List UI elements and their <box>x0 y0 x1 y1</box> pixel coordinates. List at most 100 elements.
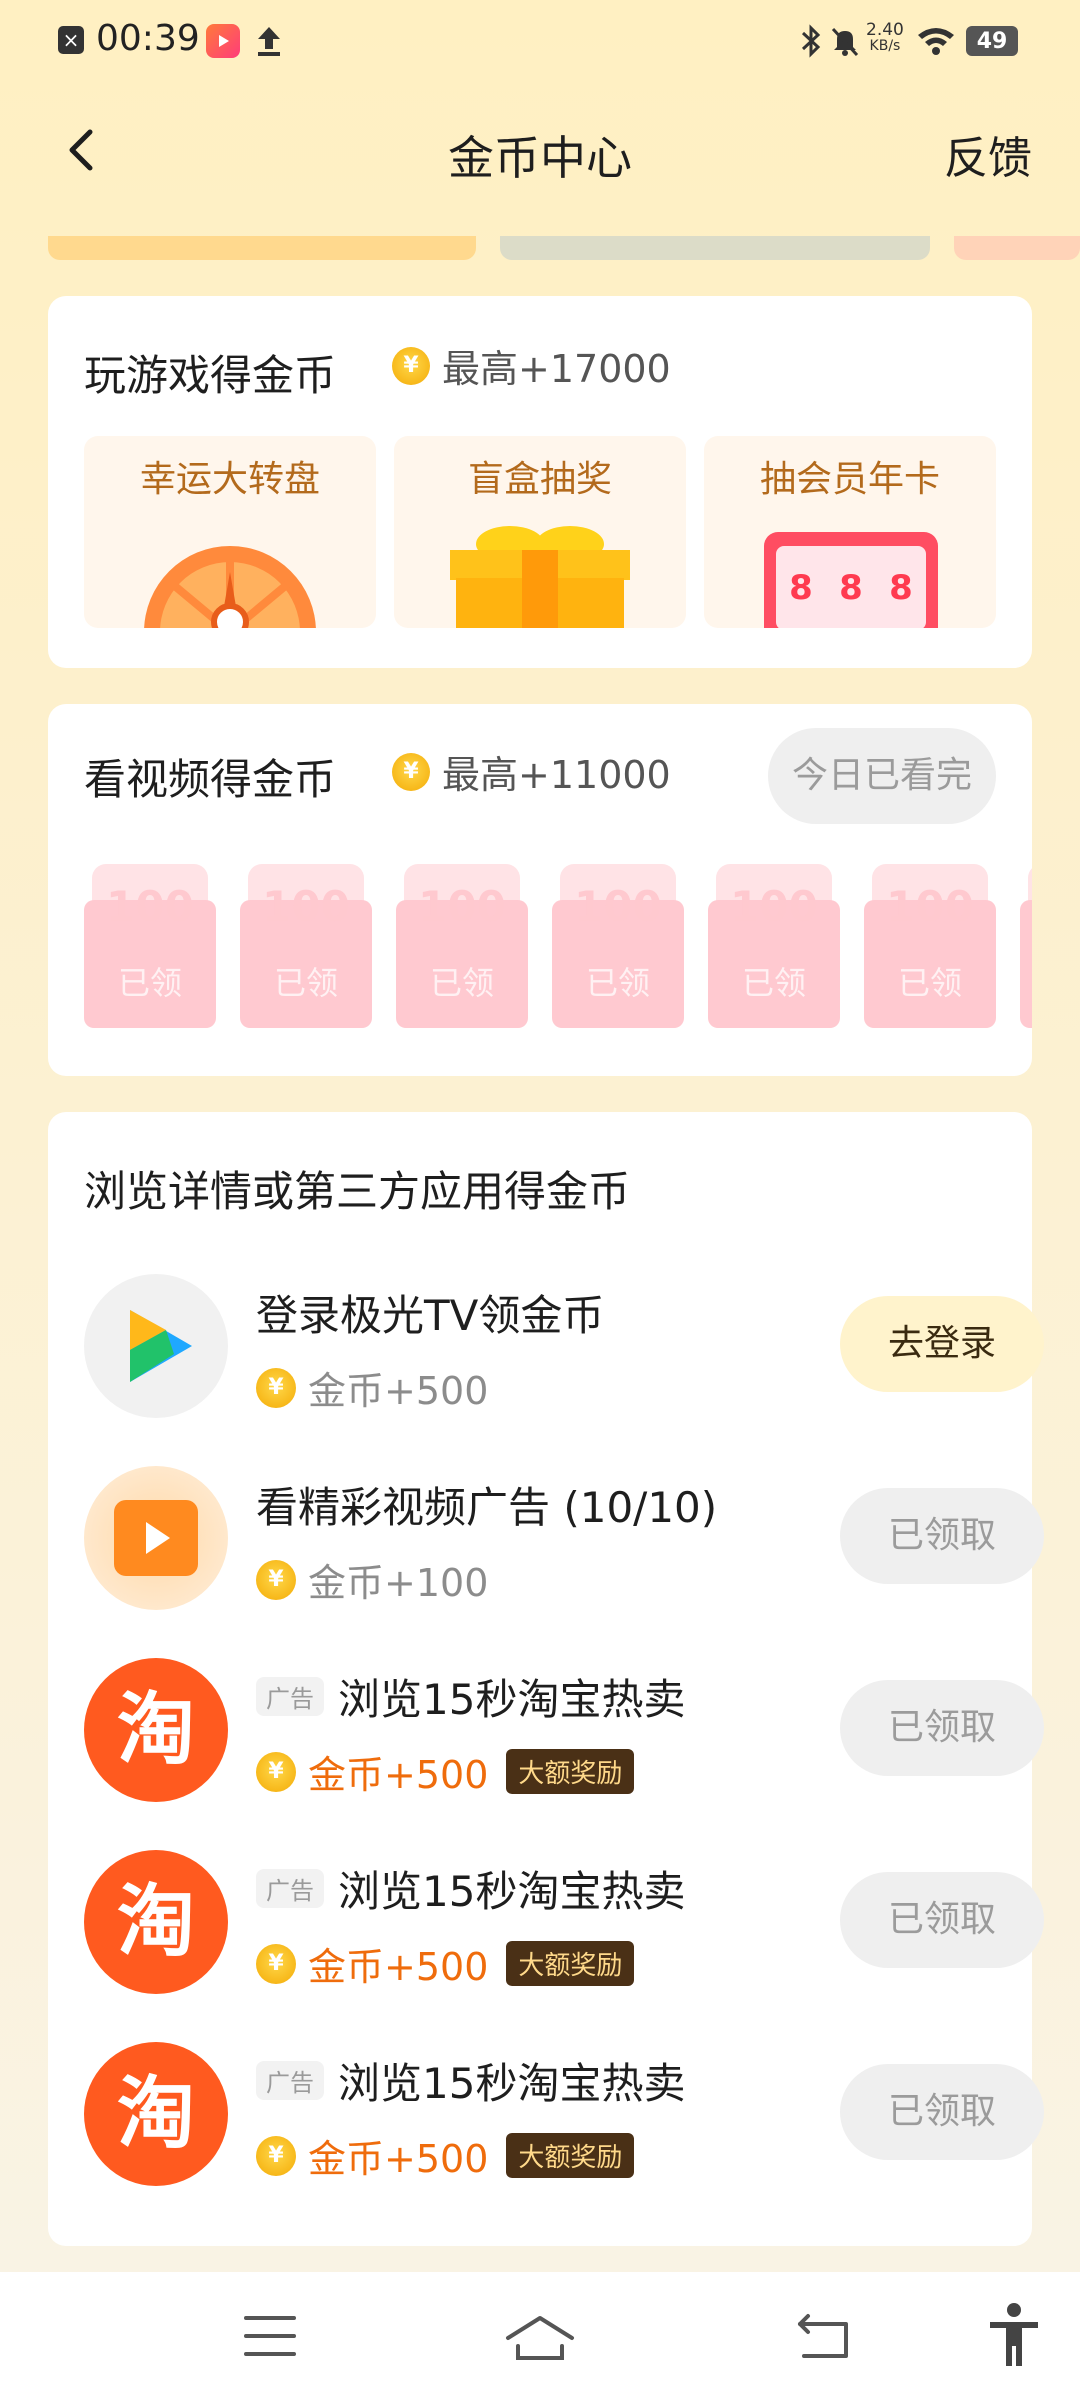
task-reward: ¥ 金币+500 <box>256 1360 488 1415</box>
game-max-value: 最高+17000 <box>442 347 671 391</box>
task-reward: ¥ 金币+500 大额奖励 <box>256 1744 635 1799</box>
claimed-button[interactable]: 已领取 <box>840 1488 1044 1584</box>
battery-indicator: 49 <box>966 26 1018 56</box>
task-name-row: 广告 浏览15秒淘宝热卖 <box>256 2050 685 2111</box>
video-max-value: 最高+11000 <box>442 753 671 797</box>
task-name: 看精彩视频广告 (10/10) <box>256 1483 718 1532</box>
back-nav-icon[interactable] <box>796 2312 852 2360</box>
gift-box-icon <box>450 526 630 628</box>
video-coin-slot[interactable]: 100 已领 <box>864 864 996 1028</box>
taobao-app-icon: 淘 <box>84 1850 228 1994</box>
ad-tag: 广告 <box>256 1869 324 1908</box>
claimed-button[interactable]: 已领取 <box>840 1872 1044 1968</box>
slot-digit: 8 <box>889 568 913 608</box>
video-section: 看视频得金币 ¥ 最高+11000 今日已看完 100 已领 100 已领 10… <box>48 704 1032 1076</box>
task-reward: ¥ 金币+500 大额奖励 <box>256 2128 635 2183</box>
coin-claimed-label: 已领 <box>585 964 650 1002</box>
tile-label: 抽会员年卡 <box>759 459 940 500</box>
big-reward-badge: 大额奖励 <box>506 1749 635 1794</box>
reward-text: 金币+500 <box>308 1945 489 1989</box>
coin-value: 100 <box>418 882 506 931</box>
today-watched-button[interactable]: 今日已看完 <box>768 728 996 824</box>
big-reward-badge: 大额奖励 <box>506 1941 635 1986</box>
coin-icon: ¥ <box>392 752 430 791</box>
game-section-title: 玩游戏得金币 <box>84 351 337 400</box>
claimed-button[interactable]: 已领取 <box>840 1680 1044 1776</box>
video-coin-slot-partial[interactable] <box>1020 864 1032 1028</box>
task-reward: ¥ 金币+500 大额奖励 <box>256 1936 635 1991</box>
video-section-max: ¥ 最高+11000 <box>392 744 671 799</box>
menu-icon[interactable] <box>244 2314 296 2358</box>
tile-label: 幸运大转盘 <box>139 459 320 500</box>
mute-bell-icon <box>828 24 862 58</box>
ad-tag: 广告 <box>256 2061 324 2100</box>
status-time: 00:39 <box>96 18 200 59</box>
coin-value: 100 <box>730 882 818 931</box>
net-speed-unit: KB/s <box>869 38 901 54</box>
vip-card-tile[interactable]: 抽会员年卡 8 8 8 <box>704 436 996 628</box>
coin-envelope-body <box>1020 900 1032 1028</box>
game-section: 玩游戏得金币 ¥ 最高+17000 幸运大转盘 盲盒抽奖 抽会员年卡 8 8 8 <box>48 296 1032 668</box>
net-speed: 2.40 KB/s <box>866 20 904 55</box>
task-taobao-browse: 淘 广告 浏览15秒淘宝热卖 ¥ 金币+500 大额奖励 已领取 <box>84 1850 1044 2010</box>
video-app-icon <box>206 24 240 58</box>
reward-text: 金币+100 <box>308 1561 489 1605</box>
reward-text: 金币+500 <box>308 2137 489 2181</box>
coin-value: 100 <box>886 882 974 931</box>
task-name: 登录极光TV领金币 <box>256 1291 605 1340</box>
video-coin-slot[interactable]: 100 已领 <box>240 864 372 1028</box>
coin-icon: ¥ <box>392 346 430 385</box>
coin-claimed-label: 已领 <box>429 964 494 1002</box>
coin-icon: ¥ <box>256 1943 296 1984</box>
slot-digit: 8 <box>839 568 863 608</box>
blind-box-tile[interactable]: 盲盒抽奖 <box>394 436 686 628</box>
task-taobao-browse: 淘 广告 浏览15秒淘宝热卖 ¥ 金币+500 大额奖励 已领取 <box>84 2042 1044 2202</box>
login-button[interactable]: 去登录 <box>840 1296 1044 1392</box>
bluetooth-icon <box>800 22 822 60</box>
coin-claimed-label: 已领 <box>273 964 338 1002</box>
slot-digit: 8 <box>789 568 813 608</box>
coin-value: 100 <box>106 882 194 931</box>
slot-machine-icon: 8 8 8 <box>764 532 938 628</box>
browse-section: 浏览详情或第三方应用得金币 登录极光TV领金币 ¥ 金币+500 去登录 看精彩… <box>48 1112 1044 2246</box>
banner-strip-right <box>954 236 1080 260</box>
wifi-icon <box>916 24 956 58</box>
feedback-button[interactable]: 反馈 <box>944 122 1032 186</box>
home-icon[interactable] <box>504 2312 576 2362</box>
coin-icon: ¥ <box>256 1559 296 1600</box>
top-nav: 金币中心 反馈 <box>0 100 1080 200</box>
system-nav-bar <box>0 2272 1080 2400</box>
task-name-row: 广告 浏览15秒淘宝热卖 <box>256 1666 685 1727</box>
video-section-title: 看视频得金币 <box>84 755 337 804</box>
status-bar: × 00:39 2.40 KB/s 49 <box>0 0 1080 82</box>
video-coin-slot[interactable]: 100 已领 <box>84 864 216 1028</box>
coin-value: 100 <box>574 882 662 931</box>
claimed-button[interactable]: 已领取 <box>840 2064 1044 2160</box>
coin-claimed-label: 已领 <box>117 964 182 1002</box>
banner-strip-left <box>48 236 476 260</box>
video-coin-slot[interactable]: 100 已领 <box>708 864 840 1028</box>
page-title: 金币中心 <box>448 131 632 185</box>
task-name: 浏览15秒淘宝热卖 <box>338 1675 686 1724</box>
banner-strip-middle <box>500 236 930 260</box>
coin-icon: ¥ <box>256 1367 296 1408</box>
game-section-max: ¥ 最高+17000 <box>392 338 671 393</box>
taobao-app-icon: 淘 <box>84 2042 228 2186</box>
taobao-app-icon: 淘 <box>84 1658 228 1802</box>
task-login-tv: 登录极光TV领金币 ¥ 金币+500 去登录 <box>84 1274 1044 1434</box>
coin-value: 100 <box>262 882 350 931</box>
notification-close-icon: × <box>58 26 84 54</box>
video-coin-slot[interactable]: 100 已领 <box>552 864 684 1028</box>
ad-tag: 广告 <box>256 1677 324 1716</box>
jiguang-tv-app-icon <box>84 1274 228 1418</box>
task-name: 浏览15秒淘宝热卖 <box>338 1867 686 1916</box>
tile-label: 盲盒抽奖 <box>467 459 612 500</box>
task-name-row: 广告 浏览15秒淘宝热卖 <box>256 1858 685 1919</box>
task-watch-ad: 看精彩视频广告 (10/10) ¥ 金币+100 已领取 <box>84 1466 1044 1626</box>
net-speed-value: 2.40 <box>866 20 904 40</box>
accessibility-icon[interactable] <box>986 2302 1042 2368</box>
coin-claimed-label: 已领 <box>897 964 962 1002</box>
video-coin-slot[interactable]: 100 已领 <box>396 864 528 1028</box>
big-reward-badge: 大额奖励 <box>506 2133 635 2178</box>
lucky-wheel-tile[interactable]: 幸运大转盘 <box>84 436 376 628</box>
